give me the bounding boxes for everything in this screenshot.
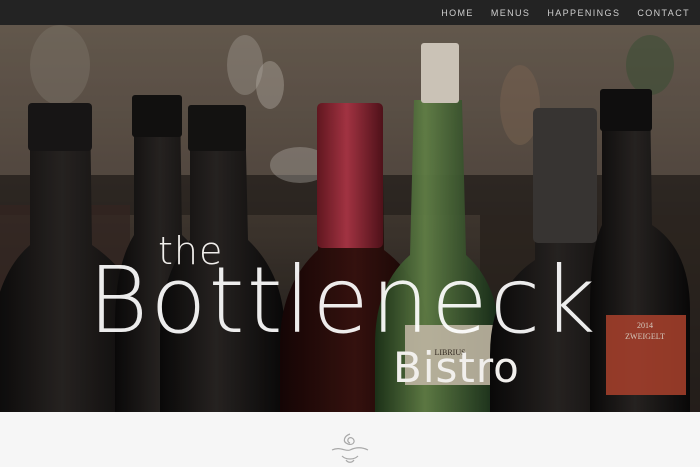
top-navigation-bar: HOME MENUS HAPPENINGS CONTACT — [0, 0, 700, 25]
content-section — [0, 412, 700, 467]
logo-bistro-text: Bistro — [393, 343, 520, 392]
main-nav: HOME MENUS HAPPENINGS CONTACT — [424, 0, 690, 25]
bottleneck-bistro-logo: the Bottleneck Bistro — [0, 25, 700, 412]
nav-happenings-link[interactable]: HAPPENINGS — [547, 8, 620, 18]
nav-contact-link[interactable]: CONTACT — [637, 8, 690, 18]
logo-bottleneck-text: Bottleneck — [88, 247, 598, 354]
flourish-ornament-icon — [331, 433, 369, 463]
nav-menus-link[interactable]: MENUS — [491, 8, 531, 18]
hero-wine-bottles-image: LIBRIUS 2014 ZWEIGELT the Bottleneck Bis… — [0, 25, 700, 412]
nav-home-link[interactable]: HOME — [441, 8, 474, 18]
